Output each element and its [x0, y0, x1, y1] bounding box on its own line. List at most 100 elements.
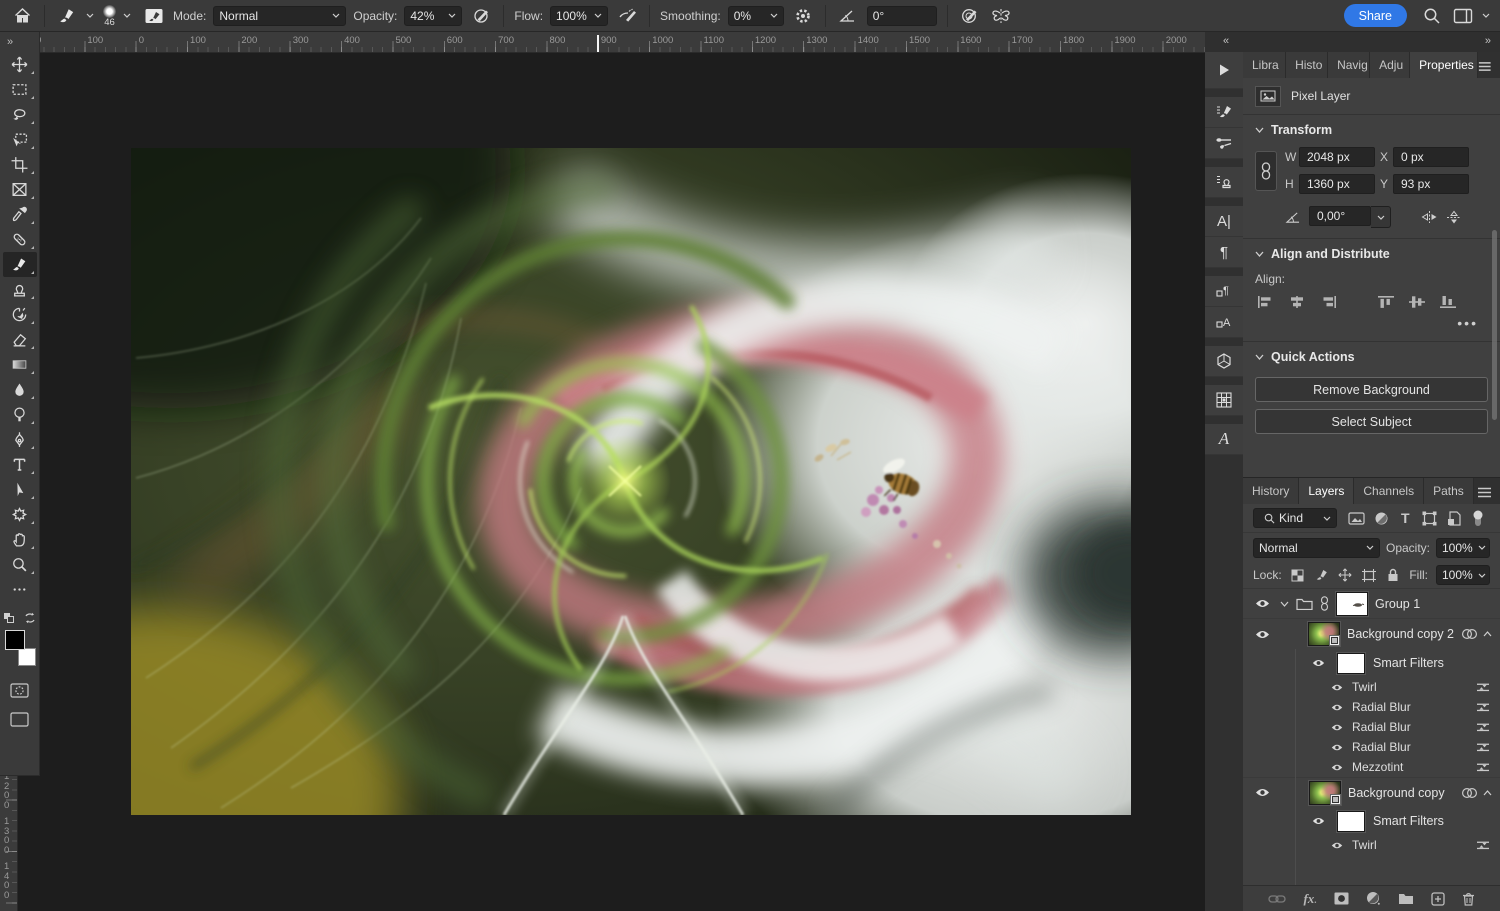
- filter-name[interactable]: Mezzotint: [1352, 760, 1403, 774]
- y-field[interactable]: 93 px: [1393, 174, 1469, 194]
- visibility-eye-icon[interactable]: [1329, 683, 1345, 692]
- screen-mode-button[interactable]: [3, 707, 37, 732]
- mode-select[interactable]: Normal: [213, 6, 346, 26]
- tool-hand[interactable]: [3, 527, 37, 552]
- smoothing-select[interactable]: 0%: [728, 6, 784, 26]
- chevron-down-icon[interactable]: [86, 13, 94, 18]
- height-field[interactable]: 1360 px: [1299, 174, 1375, 194]
- blend-mode-select[interactable]: Normal: [1253, 538, 1380, 558]
- chevron-down-icon[interactable]: [1482, 13, 1490, 18]
- visibility-eye-icon[interactable]: [1329, 743, 1345, 752]
- pressure-size-icon[interactable]: [958, 4, 982, 28]
- smart-filter-row[interactable]: Radial Blur: [1243, 697, 1500, 717]
- smart-object-filter-icon[interactable]: [1442, 511, 1466, 526]
- smoothing-gear-icon[interactable]: [791, 4, 815, 28]
- link-layers-icon[interactable]: [1268, 894, 1286, 904]
- width-field[interactable]: 2048 px: [1299, 147, 1375, 167]
- smart-filter-row[interactable]: Mezzotint: [1243, 757, 1500, 777]
- align-section-header[interactable]: Align and Distribute: [1243, 239, 1500, 269]
- tool-history-brush[interactable]: [3, 302, 37, 327]
- visibility-eye-icon[interactable]: [1251, 598, 1273, 609]
- adjustment-layer-icon[interactable]: [1366, 891, 1381, 906]
- character-icon[interactable]: A|: [1205, 206, 1243, 237]
- filter-name[interactable]: Twirl: [1352, 680, 1377, 694]
- smart-filters-row[interactable]: Smart Filters: [1243, 807, 1500, 835]
- tool-eraser[interactable]: [3, 327, 37, 352]
- tool-crop[interactable]: [3, 152, 37, 177]
- filter-name[interactable]: Radial Blur: [1352, 740, 1411, 754]
- brush-tool-icon[interactable]: [55, 4, 79, 28]
- tool-zoom[interactable]: [3, 552, 37, 577]
- layer-name[interactable]: Background copy 2: [1347, 627, 1454, 641]
- tool-eyedropper[interactable]: [3, 202, 37, 227]
- tool-custom-shape[interactable]: [3, 502, 37, 527]
- visibility-eye-icon[interactable]: [1329, 763, 1345, 772]
- horizontal-ruler[interactable]: 0100010020030040050060070080090010001100…: [0, 32, 1205, 53]
- visibility-eye-icon[interactable]: [1329, 703, 1345, 712]
- collapse-panels-left[interactable]: «: [1223, 35, 1230, 47]
- align-right-icon[interactable]: [1319, 295, 1337, 309]
- layer-row-background-copy[interactable]: Background copy: [1243, 777, 1500, 807]
- visibility-eye-icon[interactable]: [1329, 841, 1345, 850]
- tab-paths[interactable]: Paths: [1424, 478, 1474, 504]
- tool-rectangular-marquee[interactable]: [3, 77, 37, 102]
- layer-thumbnail[interactable]: [1308, 622, 1340, 646]
- panel-menu-icon[interactable]: [1478, 61, 1492, 72]
- tool-more-ellipsis[interactable]: [3, 577, 37, 602]
- collapse-filters-chevron[interactable]: [1483, 631, 1492, 637]
- filter-blend-options-icon[interactable]: [1476, 741, 1490, 753]
- filter-name[interactable]: Twirl: [1352, 838, 1377, 852]
- tool-lasso[interactable]: [3, 102, 37, 127]
- align-more-options[interactable]: •••: [1243, 311, 1500, 341]
- tab-adjustments[interactable]: Adju: [1370, 52, 1410, 78]
- share-button[interactable]: Share: [1344, 4, 1407, 27]
- collapse-panels-right[interactable]: »: [1485, 35, 1492, 47]
- align-middle-vertical-icon[interactable]: [1408, 295, 1426, 309]
- color-swatches[interactable]: [3, 630, 37, 666]
- tab-properties[interactable]: Properties: [1410, 52, 1478, 78]
- smart-filter-row[interactable]: Radial Blur: [1243, 717, 1500, 737]
- shape-filter-icon[interactable]: [1417, 511, 1441, 526]
- tool-spot-healing[interactable]: [3, 227, 37, 252]
- pasteboard[interactable]: [0, 53, 1205, 911]
- angle-field[interactable]: 0°: [867, 6, 937, 26]
- actions-play-icon[interactable]: [1205, 52, 1243, 89]
- align-center-horizontal-icon[interactable]: [1288, 295, 1306, 309]
- smart-filter-icon[interactable]: [1461, 628, 1478, 640]
- tool-move[interactable]: [3, 52, 37, 77]
- paint-symmetry-icon[interactable]: [989, 4, 1013, 28]
- select-subject-button[interactable]: Select Subject: [1255, 409, 1488, 434]
- visibility-eye-icon[interactable]: [1251, 787, 1273, 798]
- layer-opacity-select[interactable]: 100%: [1436, 538, 1490, 558]
- quick-mask-button[interactable]: [3, 678, 37, 703]
- smart-filter-row[interactable]: Twirl: [1243, 677, 1500, 697]
- tab-history[interactable]: History: [1243, 478, 1299, 504]
- flow-select[interactable]: 100%: [550, 6, 608, 26]
- flip-vertical-icon[interactable]: [1446, 210, 1462, 225]
- add-mask-icon[interactable]: [1334, 892, 1349, 905]
- workspace-icon[interactable]: [1451, 4, 1475, 28]
- flip-horizontal-icon[interactable]: [1421, 210, 1438, 224]
- smart-filter-row[interactable]: Twirl: [1243, 835, 1500, 855]
- align-top-icon[interactable]: [1377, 295, 1395, 309]
- tool-frame[interactable]: [3, 177, 37, 202]
- rotation-field[interactable]: 0,00°: [1309, 206, 1371, 226]
- canvas-image[interactable]: [131, 148, 1131, 815]
- tool-type[interactable]: [3, 452, 37, 477]
- layer-row-background-copy-2[interactable]: Background copy 2: [1243, 619, 1500, 649]
- tool-dodge[interactable]: [3, 402, 37, 427]
- transform-section-header[interactable]: Transform: [1243, 115, 1500, 145]
- background-color-swatch[interactable]: [18, 648, 36, 666]
- tool-brush[interactable]: [3, 252, 37, 277]
- paragraph-icon[interactable]: ¶: [1205, 237, 1243, 268]
- type-filter-icon[interactable]: T: [1393, 510, 1417, 526]
- new-layer-icon[interactable]: [1431, 892, 1445, 906]
- smart-filter-mask-thumbnail[interactable]: [1337, 811, 1365, 832]
- filter-name[interactable]: Radial Blur: [1352, 700, 1411, 714]
- toolbar-expand-button[interactable]: »: [0, 32, 39, 52]
- lock-move-icon[interactable]: [1338, 568, 1354, 582]
- 3d-icon[interactable]: [1205, 346, 1243, 377]
- chevron-down-icon[interactable]: [123, 13, 131, 18]
- group-mask-thumbnail[interactable]: [1336, 592, 1368, 616]
- default-colors-icon[interactable]: [3, 612, 16, 624]
